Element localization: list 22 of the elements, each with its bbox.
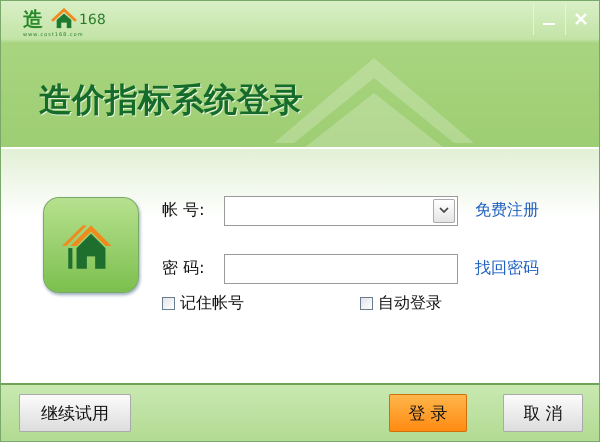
password-field[interactable] <box>224 254 458 284</box>
minimize-icon <box>542 23 554 25</box>
account-field[interactable] <box>224 196 458 226</box>
field-label: 密 码: <box>162 258 206 279</box>
dropdown-button[interactable] <box>433 198 455 222</box>
checkbox-label: 自动登录 <box>378 293 442 314</box>
window-title: 造价指标系统登录 <box>39 79 303 121</box>
checkbox[interactable] <box>360 297 373 310</box>
button[interactable]: 继续试用 <box>19 394 131 432</box>
logo-number: 168 <box>79 11 106 29</box>
link[interactable]: 免费注册 <box>475 200 539 221</box>
house-logo-icon <box>49 8 79 30</box>
app-icon <box>43 197 139 293</box>
field-label: 帐 号: <box>162 200 206 221</box>
button[interactable]: 取 消 <box>503 394 583 432</box>
close-icon <box>574 12 588 26</box>
caret-icon <box>439 207 449 214</box>
login-button[interactable]: 登 录 <box>389 394 467 432</box>
logo-mark: 造 <box>23 7 43 31</box>
checkbox[interactable] <box>162 297 175 310</box>
checkbox-label: 记住帐号 <box>180 293 244 314</box>
link[interactable]: 找回密码 <box>475 258 539 279</box>
